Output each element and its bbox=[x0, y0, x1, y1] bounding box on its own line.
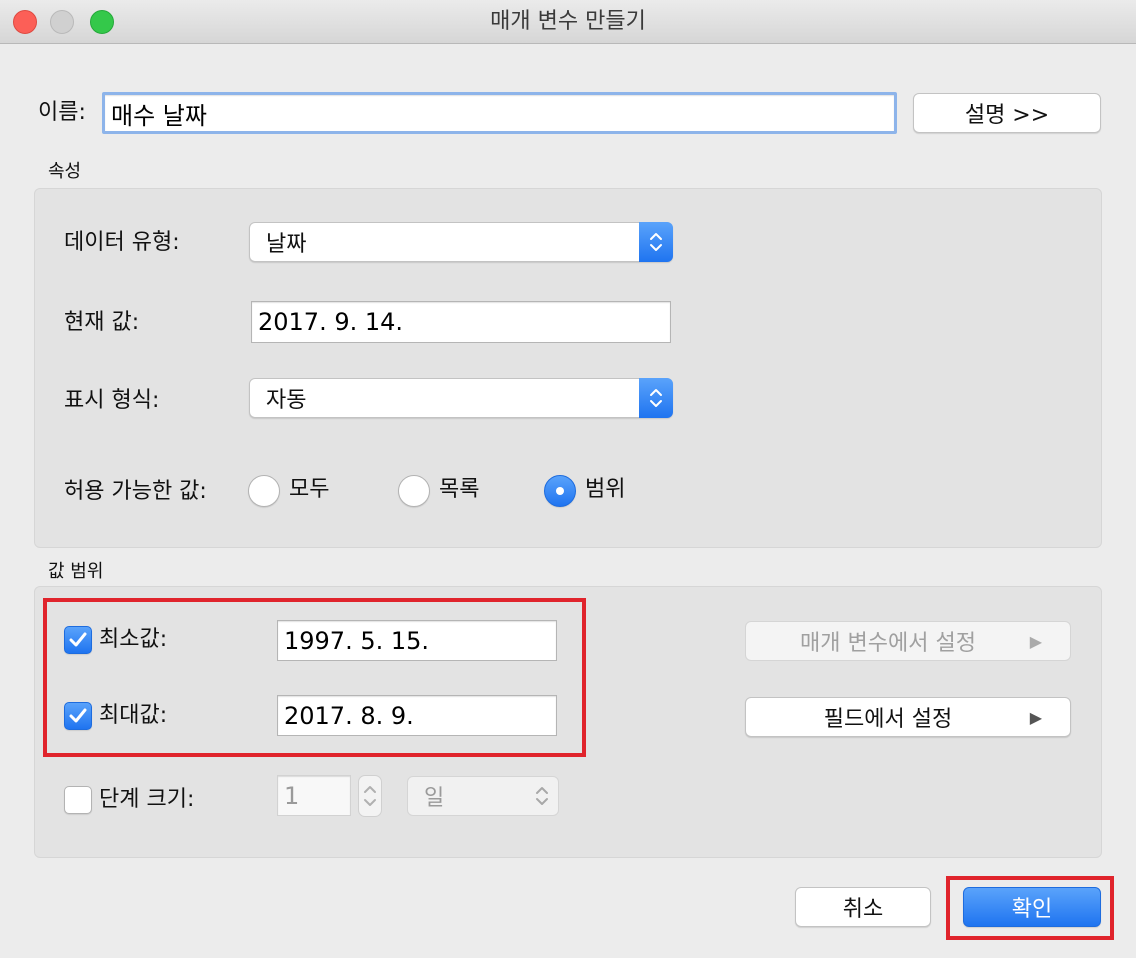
step-size-stepper[interactable] bbox=[358, 775, 382, 817]
radio-range-label[interactable]: 범위 bbox=[585, 475, 625, 505]
set-from-parameter-button[interactable]: 매개 변수에서 설정 ▶ bbox=[745, 621, 1071, 661]
current-value-label: 현재 값: bbox=[64, 310, 140, 335]
describe-button-label: 설명 >> bbox=[964, 103, 1050, 128]
play-arrow-icon: ▶ bbox=[1029, 631, 1042, 651]
current-value-input[interactable]: 2017. 9. 14. bbox=[251, 301, 671, 343]
describe-button[interactable]: 설명 >> bbox=[913, 93, 1101, 133]
radio-all[interactable] bbox=[248, 475, 280, 507]
radio-range[interactable] bbox=[544, 475, 576, 507]
radio-list[interactable] bbox=[398, 475, 430, 507]
radio-list-label[interactable]: 목록 bbox=[439, 475, 479, 505]
name-label: 이름: bbox=[38, 100, 86, 125]
cancel-button[interactable]: 취소 bbox=[795, 887, 931, 927]
window-title: 매개 변수 만들기 bbox=[490, 9, 646, 34]
data-type-label: 데이터 유형: bbox=[64, 230, 180, 255]
properties-section-label: 속성 bbox=[48, 161, 82, 182]
set-from-parameter-label: 매개 변수에서 설정 bbox=[800, 631, 976, 656]
data-type-value: 날짜 bbox=[266, 232, 307, 257]
display-format-popup[interactable]: 자동 bbox=[249, 378, 673, 418]
range-highlight-box bbox=[43, 598, 586, 757]
step-unit-value: 일 bbox=[424, 786, 445, 811]
data-type-popup[interactable]: 날짜 bbox=[249, 222, 673, 262]
play-arrow-icon: ▶ bbox=[1029, 707, 1042, 727]
ok-highlight-box bbox=[946, 876, 1114, 940]
popup-chevrons-icon bbox=[639, 222, 673, 262]
popup-chevrons-icon bbox=[525, 776, 559, 816]
display-format-label: 표시 형식: bbox=[64, 388, 160, 413]
step-size-input[interactable]: 1 bbox=[277, 775, 351, 816]
step-size-value: 1 bbox=[284, 781, 300, 810]
cancel-button-label: 취소 bbox=[842, 897, 884, 922]
name-input-value: 매수 날짜 bbox=[111, 101, 207, 130]
set-from-field-label: 필드에서 설정 bbox=[823, 707, 953, 732]
step-unit-popup[interactable]: 일 bbox=[407, 776, 559, 816]
step-size-label: 단계 크기: bbox=[99, 787, 195, 812]
title-bar: 매개 변수 만들기 bbox=[0, 0, 1136, 44]
display-format-value: 자동 bbox=[266, 388, 307, 413]
name-input[interactable]: 매수 날짜 bbox=[102, 92, 897, 134]
popup-chevrons-icon bbox=[639, 378, 673, 418]
current-value-text: 2017. 9. 14. bbox=[258, 308, 404, 336]
allowable-values-label: 허용 가능한 값: bbox=[64, 479, 207, 504]
step-size-checkbox[interactable] bbox=[64, 786, 92, 814]
set-from-field-button[interactable]: 필드에서 설정 ▶ bbox=[745, 697, 1071, 737]
radio-all-label[interactable]: 모두 bbox=[289, 475, 329, 505]
range-section-label: 값 범위 bbox=[48, 561, 104, 582]
stepper-chevrons-icon bbox=[364, 786, 376, 806]
